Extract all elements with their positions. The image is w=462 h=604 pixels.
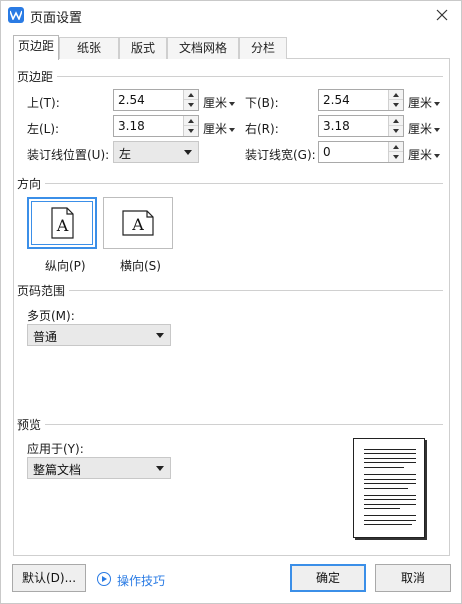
svg-text:A: A — [131, 215, 144, 234]
pages-header: 页码范围 — [17, 282, 70, 299]
top-margin-label: 上(T): — [27, 96, 60, 110]
left-margin-spinner[interactable] — [183, 116, 198, 136]
tab-columns[interactable]: 分栏 — [239, 37, 287, 59]
spin-down-icon[interactable] — [184, 126, 198, 136]
unit-dropdown-icon — [434, 153, 441, 158]
spin-down-icon[interactable] — [389, 126, 403, 136]
preview-header: 预览 — [17, 416, 46, 433]
gutter-width-input[interactable]: 0 — [318, 141, 404, 163]
unit-dropdown-icon — [229, 127, 236, 132]
apply-to-select[interactable]: 整篇文档 — [27, 457, 171, 479]
preview-text-line — [364, 488, 408, 489]
gutter-width-unit[interactable]: 厘米 — [408, 146, 441, 163]
chevron-down-icon — [156, 333, 164, 338]
play-circle-icon[interactable] — [97, 572, 111, 586]
tips-link[interactable]: 操作技巧 — [117, 572, 165, 589]
ok-button[interactable]: 确定 — [290, 564, 366, 592]
top-margin-input[interactable]: 2.54 — [113, 89, 199, 111]
unit-dropdown-icon — [434, 101, 441, 106]
close-icon — [436, 9, 448, 21]
preview-text-line — [364, 483, 416, 484]
wps-logo-icon — [8, 7, 24, 23]
title-bar: 页面设置 — [1, 1, 461, 29]
gutter-position-label: 装订线位置(U): — [27, 148, 110, 162]
svg-text:A: A — [56, 216, 69, 235]
preview-text-line — [364, 449, 416, 450]
orientation-divider — [17, 183, 443, 184]
default-button[interactable]: 默认(D)... — [12, 564, 86, 592]
close-button[interactable] — [431, 4, 453, 26]
tab-margins[interactable]: 页边距 — [13, 35, 59, 60]
margins-header: 页边距 — [17, 68, 58, 85]
top-margin-spinner[interactable] — [183, 90, 198, 110]
preview-text-line — [364, 479, 416, 480]
left-margin-unit[interactable]: 厘米 — [203, 120, 236, 137]
right-margin-input[interactable]: 3.18 — [318, 115, 404, 137]
page-setup-dialog: 页面设置 页边距 纸张 版式 文档网格 分栏 页边距 上(T): 2.54 厘米… — [0, 0, 462, 604]
tab-paper[interactable]: 纸张 — [59, 37, 119, 59]
preview-text-line — [364, 467, 404, 468]
chevron-down-icon — [184, 150, 192, 155]
bottom-margin-spinner[interactable] — [388, 90, 403, 110]
tab-document-grid[interactable]: 文档网格 — [167, 37, 239, 59]
left-margin-input[interactable]: 3.18 — [113, 115, 199, 137]
unit-dropdown-icon — [229, 101, 236, 106]
unit-dropdown-icon — [434, 127, 441, 132]
multiple-pages-select[interactable]: 普通 — [27, 324, 171, 346]
preview-text-line — [364, 474, 416, 475]
right-margin-spinner[interactable] — [388, 116, 403, 136]
chevron-down-icon — [156, 466, 164, 471]
landscape-label[interactable]: 横向(S) — [120, 257, 161, 274]
cancel-button[interactable]: 取消 — [375, 564, 451, 592]
preview-text-line — [364, 495, 416, 496]
portrait-label[interactable]: 纵向(P) — [45, 257, 86, 274]
gutter-position-select[interactable]: 左 — [113, 141, 199, 163]
spin-up-icon[interactable] — [389, 142, 403, 152]
bottom-margin-label: 下(B): — [245, 96, 279, 110]
spin-down-icon[interactable] — [389, 100, 403, 110]
multiple-pages-label: 多页(M): — [27, 309, 75, 323]
orientation-header: 方向 — [17, 175, 46, 192]
spin-up-icon[interactable] — [184, 116, 198, 126]
landscape-page-icon: A — [122, 210, 154, 236]
right-margin-unit[interactable]: 厘米 — [408, 120, 441, 137]
right-margin-label: 右(R): — [245, 122, 279, 136]
preview-text-line — [364, 515, 416, 516]
spin-up-icon[interactable] — [389, 90, 403, 100]
preview-text-line — [364, 462, 416, 463]
spin-up-icon[interactable] — [184, 90, 198, 100]
apply-to-label: 应用于(Y): — [27, 442, 84, 456]
portrait-button[interactable]: A — [27, 197, 97, 249]
preview-text-line — [364, 524, 412, 525]
margins-divider — [17, 76, 443, 77]
window-title: 页面设置 — [30, 11, 83, 26]
gutter-width-spinner[interactable] — [388, 142, 403, 162]
spin-up-icon[interactable] — [389, 116, 403, 126]
bottom-margin-input[interactable]: 2.54 — [318, 89, 404, 111]
tab-layout[interactable]: 版式 — [119, 37, 167, 59]
preview-text-line — [364, 520, 416, 521]
preview-text-line — [364, 458, 416, 459]
top-margin-unit[interactable]: 厘米 — [203, 94, 236, 111]
portrait-page-icon: A — [51, 207, 74, 239]
pages-divider — [17, 290, 443, 291]
landscape-button[interactable]: A — [103, 197, 173, 249]
spin-down-icon[interactable] — [184, 100, 198, 110]
preview-divider — [17, 424, 443, 425]
spin-down-icon[interactable] — [389, 152, 403, 162]
bottom-margin-unit[interactable]: 厘米 — [408, 94, 441, 111]
preview-text-line — [364, 499, 416, 500]
preview-text-line — [364, 453, 416, 454]
preview-text-line — [364, 508, 400, 509]
preview-page — [353, 438, 425, 538]
preview-text-line — [364, 504, 416, 505]
left-margin-label: 左(L): — [27, 122, 60, 136]
gutter-width-label: 装订线宽(G): — [245, 148, 316, 162]
